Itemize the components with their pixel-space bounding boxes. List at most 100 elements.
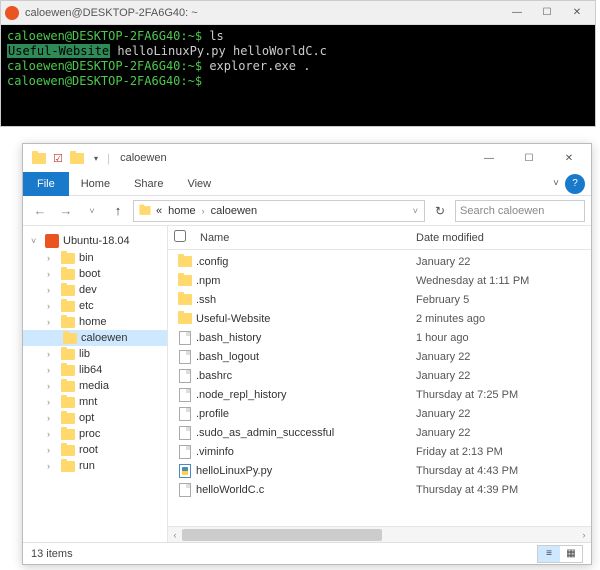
explorer-title: caloewen [116,152,469,164]
tree-item[interactable]: › media [23,378,167,394]
column-date-modified[interactable]: Date modified [416,232,591,244]
chevron-right-icon[interactable]: › [47,301,57,311]
chevron-right-icon[interactable]: › [47,429,57,439]
file-row[interactable]: .sudo_as_admin_successfulJanuary 22 [168,423,591,442]
chevron-right-icon[interactable]: › [47,317,57,327]
file-row[interactable]: .configJanuary 22 [168,252,591,271]
search-input[interactable]: Search caloewen [455,200,585,222]
address-bar[interactable]: « home › caloewen ˅ [133,200,425,222]
maximize-button[interactable]: ☐ [509,144,549,172]
details-view-button[interactable]: ≡ [538,546,560,562]
column-headers[interactable]: Name Date modified [168,226,591,250]
tree-item[interactable]: ›proc [23,426,167,442]
tree-item[interactable]: ›opt [23,410,167,426]
file-row[interactable]: .npmWednesday at 1:11 PM [168,271,591,290]
nav-recent-dropdown[interactable]: ˅ [81,200,103,222]
scroll-left-icon[interactable]: ‹ [168,527,182,542]
terminal-body[interactable]: caloewen@DESKTOP-2FA6G40:~$ ls Useful-We… [1,25,595,126]
refresh-button[interactable]: ↻ [429,204,451,218]
close-button[interactable]: ✕ [549,144,589,172]
file-row[interactable]: .profileJanuary 22 [168,404,591,423]
file-icon [179,350,191,364]
breadcrumb-segment[interactable]: home [166,205,198,217]
breadcrumb-segment[interactable]: « [154,205,164,217]
chevron-right-icon[interactable]: › [47,253,57,263]
minimize-button[interactable]: — [469,144,509,172]
file-row[interactable]: helloWorldC.cThursday at 4:39 PM [168,480,591,499]
scroll-thumb[interactable] [182,529,382,541]
file-date: Thursday at 4:39 PM [416,484,585,496]
close-button[interactable]: ✕ [563,4,591,22]
file-list[interactable]: .configJanuary 22.npmWednesday at 1:11 P… [168,250,591,526]
tree-item[interactable]: ›bin [23,250,167,266]
file-row[interactable]: .bash_history1 hour ago [168,328,591,347]
tree-item[interactable]: ›root [23,442,167,458]
terminal-titlebar[interactable]: caloewen@DESKTOP-2FA6G40: ~ — ☐ ✕ [1,1,595,25]
breadcrumb-segment[interactable]: caloewen [209,205,259,217]
chevron-right-icon[interactable]: › [200,206,207,216]
file-name: .sudo_as_admin_successful [196,427,416,439]
file-row[interactable]: helloLinuxPy.pyThursday at 4:43 PM [168,461,591,480]
tree-item[interactable]: ›etc [23,298,167,314]
check-icon[interactable]: ☑ [50,150,66,166]
tree-item[interactable]: ›dev [23,282,167,298]
file-name: helloWorldC.c [196,484,416,496]
file-row[interactable]: .bash_logoutJanuary 22 [168,347,591,366]
tab-home[interactable]: Home [69,174,122,194]
column-name[interactable]: Name [196,232,416,244]
explorer-window: ☑ ▾ | caloewen — ☐ ✕ File Home Share Vie… [22,143,592,565]
tree-item[interactable]: ›lib [23,346,167,362]
explorer-titlebar[interactable]: ☑ ▾ | caloewen — ☐ ✕ [23,144,591,172]
tree-item[interactable]: ›mnt [23,394,167,410]
qa-dropdown-icon[interactable]: ▾ [88,150,104,166]
chevron-right-icon[interactable]: › [47,413,57,423]
ribbon-expand-icon[interactable]: ˅ [553,178,559,189]
tree-item-selected[interactable]: caloewen [23,330,167,346]
maximize-button[interactable]: ☐ [533,4,561,22]
nav-back-button[interactable]: ← [29,200,51,222]
chevron-right-icon[interactable]: › [47,285,57,295]
nav-up-button[interactable]: ↑ [107,200,129,222]
quick-access-toolbar: ☑ ▾ | [25,150,116,166]
chevron-right-icon[interactable]: › [47,461,57,471]
horizontal-scrollbar[interactable]: ‹ › [168,526,591,542]
tree-label: media [79,380,109,392]
tree-item[interactable]: ›home [23,314,167,330]
folder-icon [61,317,75,328]
file-name: .bash_history [196,332,416,344]
tree-item[interactable]: ›run [23,458,167,474]
tree-root[interactable]: ˅ Ubuntu-18.04 [23,232,167,250]
scroll-right-icon[interactable]: › [577,527,591,542]
chevron-right-icon[interactable]: › [47,445,57,455]
address-dropdown-icon[interactable]: ˅ [411,206,420,216]
search-placeholder: Search caloewen [460,205,544,217]
address-row: ← → ˅ ↑ « home › caloewen ˅ ↻ Search cal… [23,196,591,226]
icons-view-button[interactable]: ▦ [560,546,582,562]
navigation-pane[interactable]: ˅ Ubuntu-18.04 ›bin›boot›dev›etc›homecal… [23,226,168,542]
chevron-right-icon[interactable]: › [47,381,57,391]
file-date: Thursday at 7:25 PM [416,389,585,401]
tree-label: Ubuntu-18.04 [63,235,130,247]
file-row[interactable]: .sshFebruary 5 [168,290,591,309]
minimize-button[interactable]: — [503,4,531,22]
chevron-right-icon[interactable]: › [47,269,57,279]
tab-view[interactable]: View [175,174,223,194]
tree-item[interactable]: ›lib64 [23,362,167,378]
chevron-right-icon[interactable]: › [47,397,57,407]
tree-item[interactable]: ›boot [23,266,167,282]
chevron-down-icon[interactable]: ˅ [31,236,41,246]
tab-file[interactable]: File [23,172,69,196]
tab-share[interactable]: Share [122,174,175,194]
folder-icon [61,397,75,408]
chevron-right-icon[interactable]: › [47,349,57,359]
file-name: .config [196,256,416,268]
file-row[interactable]: .viminfoFriday at 2:13 PM [168,442,591,461]
file-row[interactable]: .node_repl_historyThursday at 7:25 PM [168,385,591,404]
folder-icon [61,461,75,472]
select-all-checkbox[interactable] [174,230,196,245]
file-row[interactable]: Useful-Website2 minutes ago [168,309,591,328]
chevron-right-icon[interactable]: › [47,365,57,375]
nav-forward-button[interactable]: → [55,200,77,222]
file-row[interactable]: .bashrcJanuary 22 [168,366,591,385]
help-icon[interactable]: ? [565,174,585,194]
